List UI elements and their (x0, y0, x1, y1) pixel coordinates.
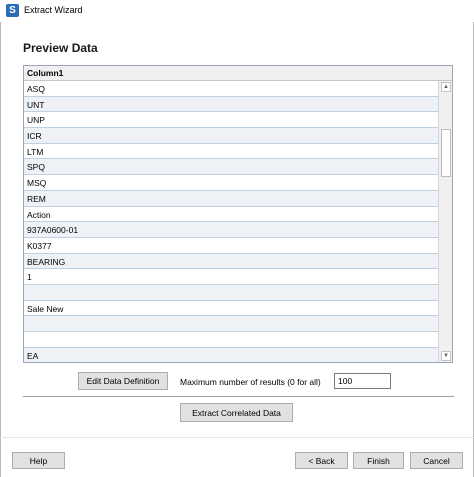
max-results-input[interactable]: 100 (334, 373, 391, 389)
title-bar: S Extract Wizard (0, 0, 474, 22)
table-row[interactable]: Action (24, 207, 438, 223)
table-row[interactable]: MSQ (24, 175, 438, 191)
cell-value: BEARING (27, 256, 66, 267)
max-results-label: Maximum number of results (0 for all) (180, 377, 321, 387)
section-title: Preview Data (23, 41, 98, 55)
vertical-scrollbar[interactable]: ▲ ▼ (438, 81, 452, 362)
table-row[interactable]: ASQ (24, 81, 438, 97)
scroll-up-icon[interactable]: ▲ (441, 82, 451, 92)
cell-value: K0377 (27, 240, 52, 251)
table-row[interactable]: EA (24, 347, 438, 362)
extract-correlated-data-button[interactable]: Extract Correlated Data (180, 403, 293, 422)
window-frame-left (0, 22, 1, 477)
cell-value: ASQ (27, 84, 45, 94)
table-row[interactable]: 937A0600-01 (24, 222, 438, 238)
cell-value: Action (27, 209, 51, 220)
cell-value: SPQ (27, 162, 45, 173)
table-row[interactable] (24, 332, 438, 348)
table-row[interactable]: ICR (24, 128, 438, 144)
cell-value: REM (27, 193, 46, 204)
scroll-down-icon[interactable]: ▼ (441, 351, 451, 361)
preview-grid[interactable]: Column1 ASQ UNT UNP ICR LTM SPQ MSQ REM Action 93… (23, 65, 453, 363)
help-button[interactable]: Help (12, 452, 65, 469)
table-row[interactable]: K0377 (24, 238, 438, 254)
table-row[interactable]: REM (24, 190, 438, 207)
cell-value: 1 (27, 272, 32, 283)
table-row[interactable] (24, 316, 438, 332)
finish-button[interactable]: Finish (353, 452, 404, 469)
cell-value: Sale New (27, 303, 64, 314)
table-row[interactable]: UNP (24, 112, 438, 129)
cell-value: UNP (27, 115, 45, 126)
grid-rows: ASQ UNT UNP ICR LTM SPQ MSQ REM Action 937A0600-0… (24, 81, 438, 362)
cell-value: MSQ (27, 178, 47, 189)
app-icon: S (6, 4, 19, 17)
table-row[interactable]: LTM (24, 144, 438, 160)
cell-value: LTM (27, 146, 44, 157)
scroll-thumb[interactable] (441, 129, 451, 177)
separator (23, 396, 454, 397)
cell-value: 937A0600-01 (27, 225, 79, 236)
table-row[interactable]: SPQ (24, 159, 438, 176)
column-header-label: Column1 (27, 68, 64, 78)
window-title: Extract Wizard (24, 5, 83, 15)
table-row[interactable]: 1 (24, 269, 438, 285)
column-header[interactable]: Column1 (24, 66, 452, 81)
edit-data-definition-button[interactable]: Edit Data Definition (78, 372, 168, 390)
table-row[interactable]: BEARING (24, 253, 438, 270)
cell-value: UNT (27, 99, 45, 110)
back-button[interactable]: < Back (295, 452, 348, 469)
table-row[interactable]: UNT (24, 96, 438, 113)
table-row[interactable]: Sale New (24, 301, 438, 317)
table-row[interactable] (24, 284, 438, 301)
cell-value: ICR (27, 131, 42, 142)
cancel-button[interactable]: Cancel (410, 452, 463, 469)
cell-value: EA (27, 350, 39, 361)
